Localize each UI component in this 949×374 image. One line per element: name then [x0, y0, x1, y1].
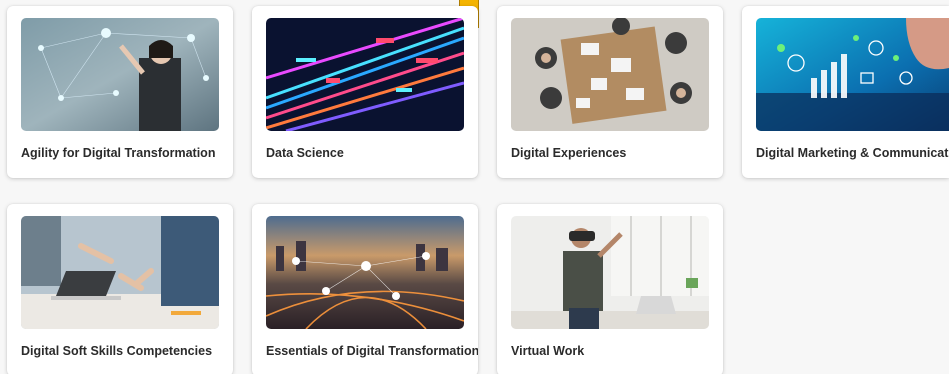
course-card-digital-marketing[interactable]: Digital Marketing & Communications [742, 6, 949, 178]
course-thumbnail-agility [21, 18, 219, 131]
course-title: Virtual Work [511, 344, 585, 358]
course-title: Agility for Digital Transformation [21, 146, 216, 160]
course-card-data-science[interactable]: Data Science [252, 6, 478, 178]
course-title: Digital Marketing & Communications [756, 146, 949, 160]
course-thumbnail-soft-skills [21, 216, 219, 329]
course-card-digital-experiences[interactable]: Digital Experiences [497, 6, 723, 178]
course-card-soft-skills[interactable]: Digital Soft Skills Competencies [7, 204, 233, 374]
course-grid: Agility for Digital Transformation Data … [0, 0, 949, 374]
course-thumbnail-essentials [266, 216, 464, 329]
course-title: Data Science [266, 146, 344, 160]
course-title: Essentials of Digital Transformation [266, 344, 478, 358]
course-card-essentials[interactable]: Essentials of Digital Transformation [252, 204, 478, 374]
course-thumbnail-virtual-work [511, 216, 709, 329]
course-thumbnail-data-science [266, 18, 464, 131]
course-thumbnail-digital-marketing [756, 18, 949, 131]
course-thumbnail-digital-experiences [511, 18, 709, 131]
course-title: Digital Experiences [511, 146, 627, 160]
course-title: Digital Soft Skills Competencies [21, 344, 213, 358]
course-card-agility[interactable]: Agility for Digital Transformation [7, 6, 233, 178]
course-card-virtual-work[interactable]: Virtual Work [497, 204, 723, 374]
